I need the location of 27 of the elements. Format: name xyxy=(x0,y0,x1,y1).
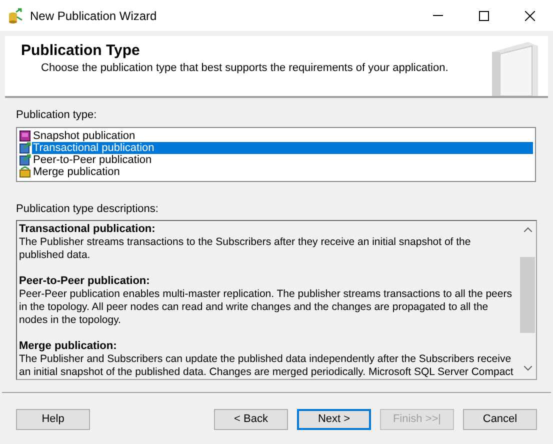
merge-icon xyxy=(19,166,31,178)
list-label: Publication type: xyxy=(16,108,98,123)
wizard-button[interactable]: Cancel xyxy=(463,409,537,430)
description-text: The Publisher streams transactions to the Subscribers after they receive an initial snapshot of the published data. xyxy=(19,236,472,262)
wizard-button[interactable]: Next > xyxy=(297,409,371,430)
wizard-button[interactable]: < Back xyxy=(214,409,288,430)
close-icon xyxy=(525,10,535,20)
page-title: Publication Type xyxy=(21,42,141,60)
description-text: The Publisher and Subscribers can update the published data independently after the Subscribers receive an initial snapshot of the published data. Changes are merged periodically. Microsoft SQL Server Compact xyxy=(19,353,514,379)
list-item[interactable]: Peer-to-Peer publication xyxy=(19,154,533,166)
page-subtitle: Choose the publication type that best supports the requirements of your application. xyxy=(40,61,448,76)
minimize-icon xyxy=(433,15,443,16)
maximize-icon xyxy=(479,10,489,20)
app-icon xyxy=(7,8,23,24)
descriptions-label: Publication type descriptions: xyxy=(16,202,160,216)
snapshot-icon xyxy=(19,130,31,142)
wizard-button[interactable]: Help xyxy=(16,409,90,430)
description-heading: Merge publication: xyxy=(19,340,118,353)
description-heading: Transactional publication: xyxy=(19,223,156,236)
scroll-up-icon xyxy=(524,227,532,232)
description-text: Peer-Peer publication enables multi-master replication. The publisher streams transactions to all the peers in the topology. All peer nodes can read and write changes and the changes are propagated to all the nodes in the topology. xyxy=(19,288,513,327)
list-item[interactable]: Snapshot publication xyxy=(19,130,533,142)
list-item[interactable]: Merge publication xyxy=(19,166,533,178)
scroll-thumb[interactable] xyxy=(520,257,535,333)
window-title: New Publication Wizard xyxy=(30,8,157,24)
description-heading: Peer-to-Peer publication: xyxy=(19,275,151,288)
scroll-down-icon xyxy=(524,366,532,371)
